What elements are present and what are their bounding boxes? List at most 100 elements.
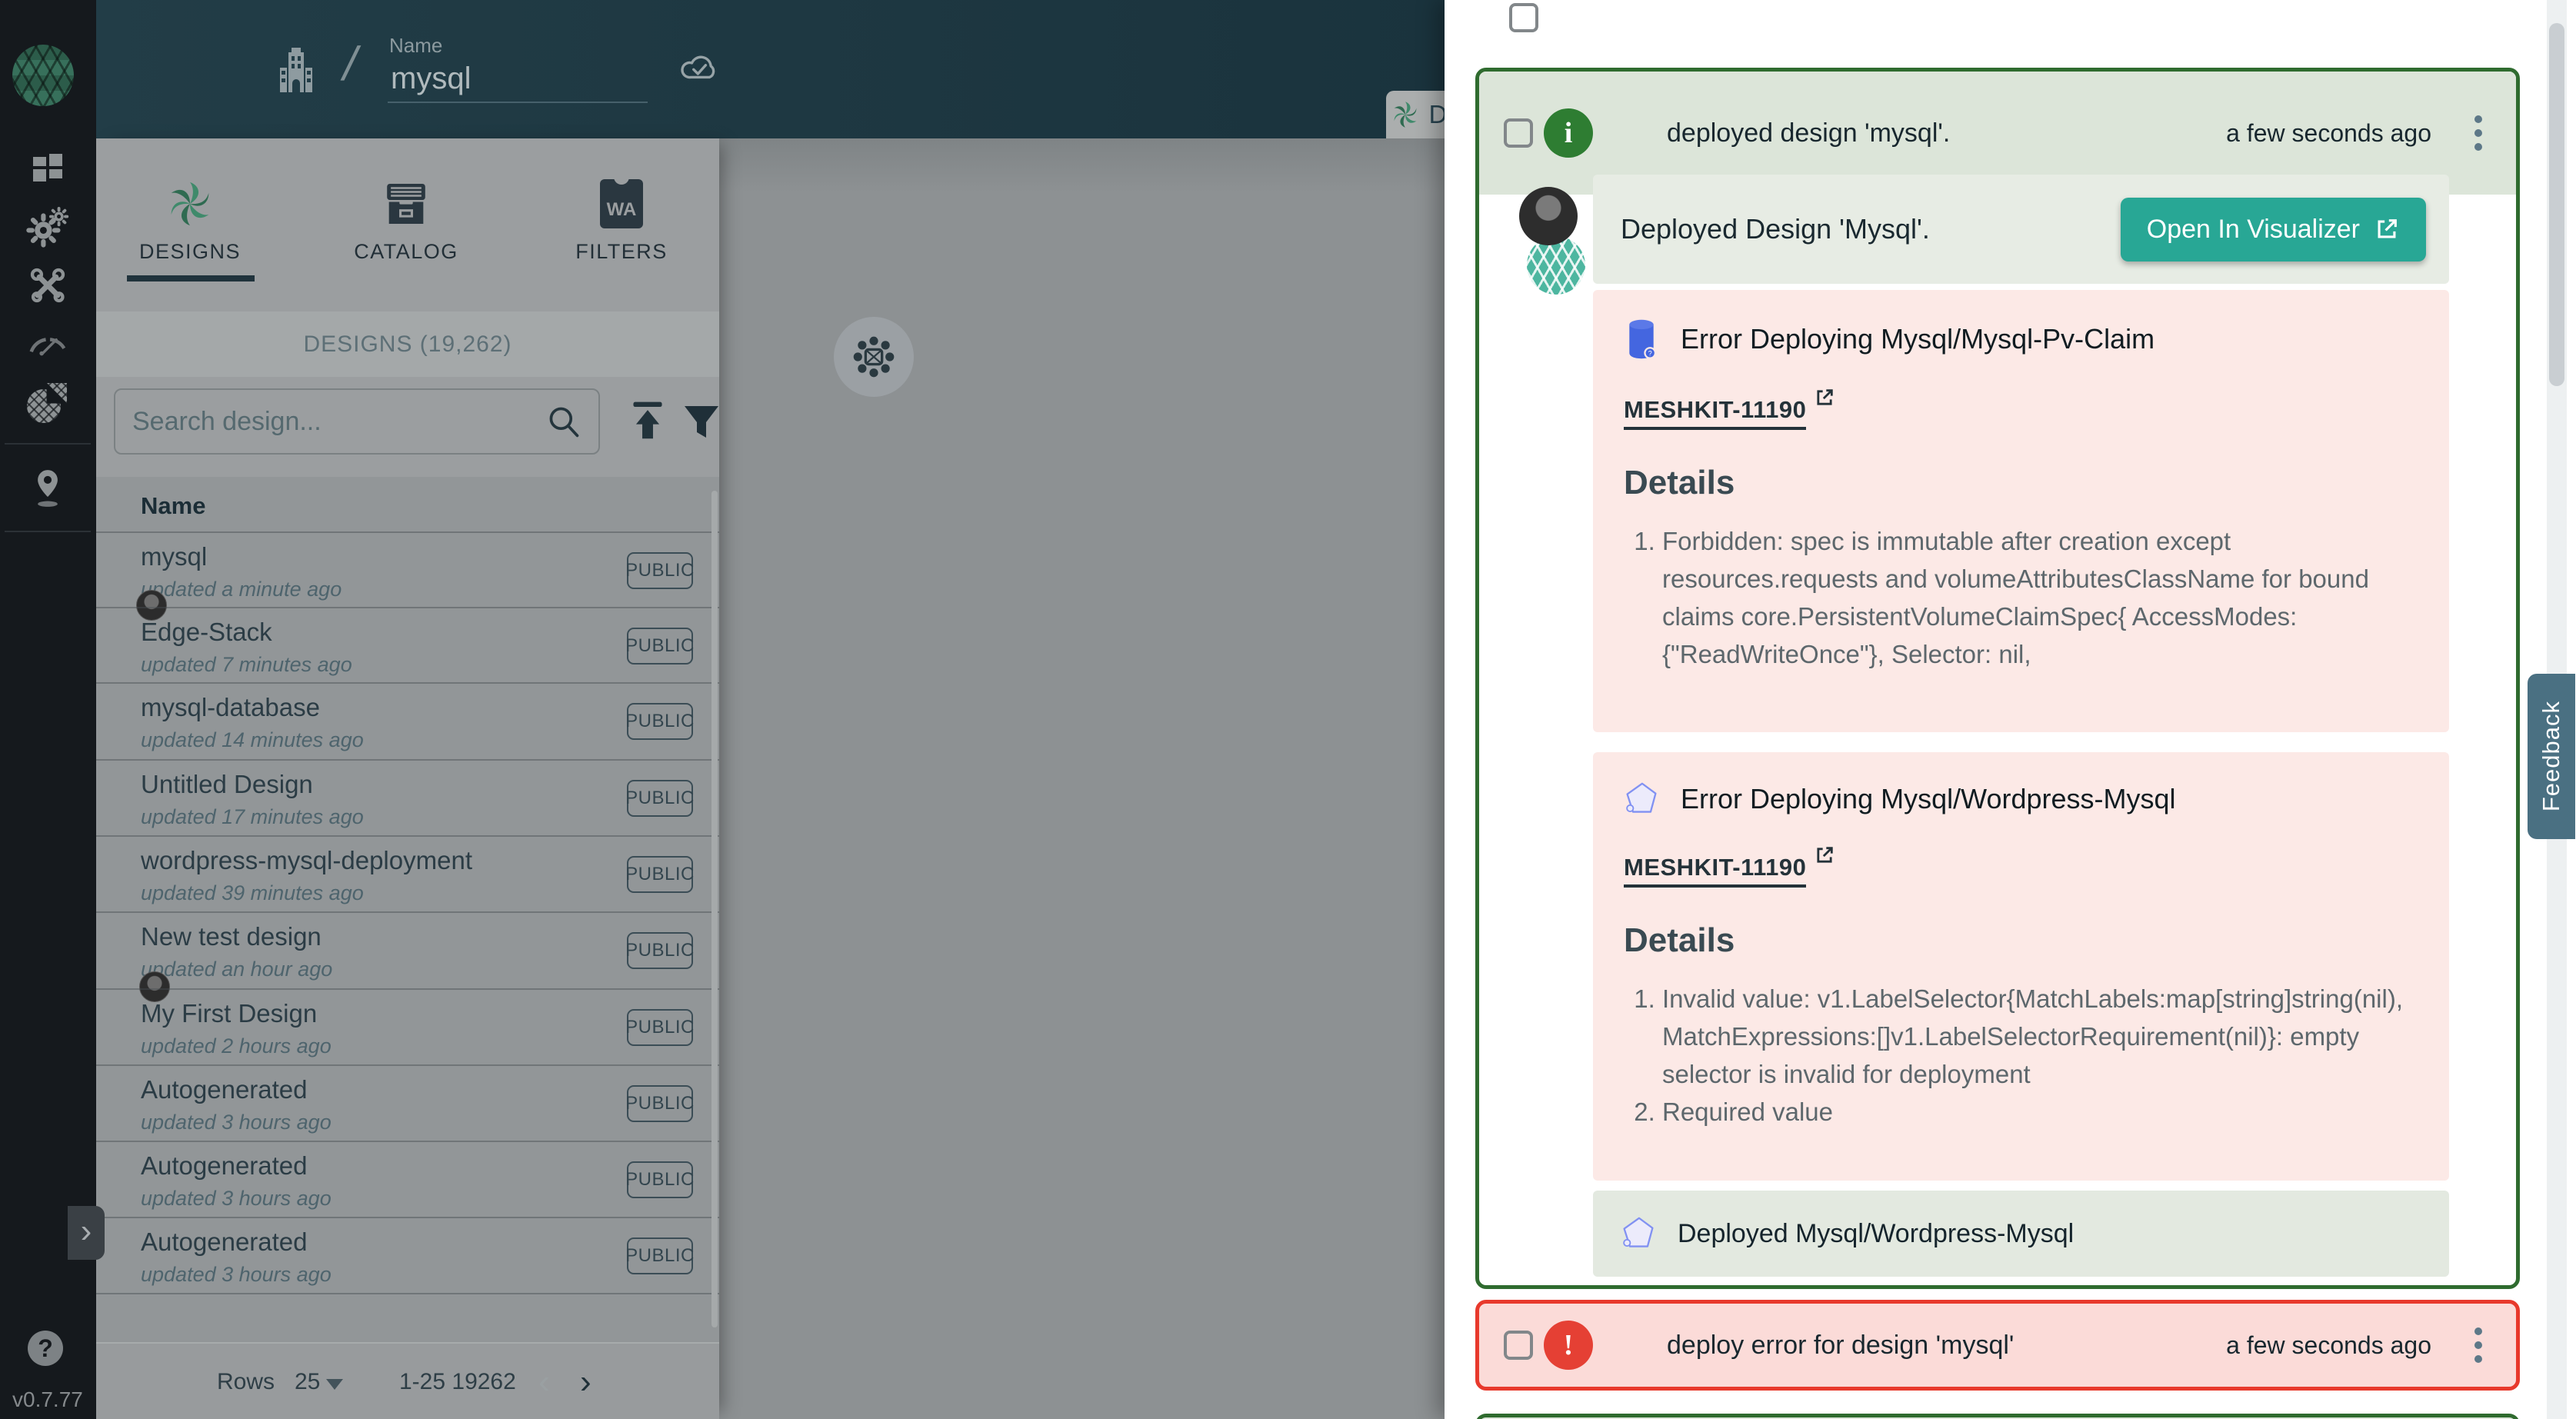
sidebar-divider: [5, 443, 91, 445]
error-title: Error Deploying Mysql/Mysql-Pv-Claim: [1681, 323, 2154, 355]
design-name: New test design: [141, 922, 322, 951]
filters-wasm-icon: WA: [600, 178, 643, 229]
details-heading: Details: [1624, 464, 2418, 502]
tab-catalog[interactable]: CATALOG: [318, 138, 495, 311]
error-detail-item: Required value: [1662, 1093, 2418, 1131]
meshkit-error-link[interactable]: MESHKIT-11190: [1624, 854, 1835, 888]
design-updated: updated 2 hours ago: [141, 1034, 332, 1058]
external-link-icon: [1814, 844, 1835, 866]
upload-design-icon[interactable]: [625, 397, 670, 445]
event-card-deploy-error[interactable]: ! deploy error for design 'mysql' a few …: [1475, 1300, 2520, 1391]
error-icon: !: [1544, 1321, 1593, 1370]
design-name: wordpress-mysql-deployment: [141, 846, 472, 875]
design-name: Untitled Design: [141, 770, 313, 799]
tab-designs[interactable]: DESIGNS: [102, 138, 278, 311]
dashboard-grid-icon: [28, 148, 67, 187]
design-row[interactable]: mysql updated a minute ago PUBLIC: [96, 531, 719, 607]
page-size-select[interactable]: 25: [295, 1344, 320, 1419]
tab-filters[interactable]: WA FILTERS: [533, 138, 710, 311]
next-page-button[interactable]: ›: [580, 1344, 592, 1419]
pagination-bar: Rows 25 1-25 19262 ‹ ›: [96, 1342, 719, 1419]
deployment-pentagon-icon: [1621, 1214, 1656, 1253]
app-version: v0.7.77: [12, 1387, 83, 1412]
page-size-caret-icon[interactable]: [326, 1379, 343, 1390]
cloud-save-icon: [678, 49, 721, 85]
design-updated: updated 39 minutes ago: [141, 881, 364, 905]
design-name-input[interactable]: mysql: [391, 62, 471, 96]
filter-funnel-icon[interactable]: [682, 400, 721, 443]
design-updated: updated 17 minutes ago: [141, 805, 364, 829]
open-in-visualizer-button[interactable]: Open In Visualizer: [2121, 198, 2426, 261]
event-time: a few seconds ago: [2226, 1331, 2431, 1360]
organization-icon[interactable]: [278, 48, 314, 92]
pagination-range: 1-25 19262: [399, 1344, 516, 1419]
event-menu-icon[interactable]: [2474, 1327, 2482, 1363]
search-toolbar: Search design...: [96, 377, 719, 477]
designs-drawer: DESIGNS CATALOG WA FILTERS: [96, 138, 719, 1419]
list-scrollbar[interactable]: [711, 491, 718, 1327]
designs-count-header: DESIGNS (19,262): [96, 311, 719, 377]
notification-center: i deployed design 'mysql'. a few seconds…: [1445, 0, 2576, 1419]
event-checkbox[interactable]: [1504, 118, 1533, 148]
visibility-badge: PUBLIC: [627, 628, 693, 665]
svg-text:?: ?: [1648, 349, 1652, 357]
meshery-avatar-pattern: [1527, 236, 1585, 295]
sidebar-item-connections[interactable]: [24, 465, 72, 512]
meshery-logo[interactable]: [12, 45, 74, 106]
event-card-deployed: i deployed design 'mysql'. a few seconds…: [1475, 68, 2520, 1289]
visibility-badge: PUBLIC: [627, 932, 693, 969]
event-card-next[interactable]: [1475, 1414, 2520, 1419]
design-row[interactable]: wordpress-mysql-deployment updated 39 mi…: [96, 835, 719, 911]
design-name: My First Design: [141, 999, 317, 1028]
sidebar-expand-handle[interactable]: ›: [68, 1206, 105, 1260]
design-row[interactable]: New test design updated an hour ago PUBL…: [96, 911, 719, 987]
error-section-pv-claim: ? Error Deploying Mysql/Mysql-Pv-Claim M…: [1593, 290, 2449, 732]
panel-scrollbar-thumb[interactable]: [2549, 23, 2564, 386]
design-name: Autogenerated: [141, 1075, 308, 1104]
design-name: Autogenerated: [141, 1151, 308, 1181]
select-all-checkbox[interactable]: [1509, 3, 1538, 32]
design-updated: updated a minute ago: [141, 578, 342, 601]
visibility-badge: PUBLIC: [627, 1009, 693, 1046]
settings-gears-icon: [26, 205, 69, 248]
error-title: Error Deploying Mysql/Wordpress-Mysql: [1681, 783, 2176, 815]
canvas-node-mysql[interactable]: [834, 317, 914, 397]
prev-page-button[interactable]: ‹: [538, 1344, 550, 1419]
error-details-list: Forbidden: spec is immutable after creat…: [1624, 522, 2418, 673]
toolbox-wrench-icon: [27, 265, 68, 306]
deployed-success-text: Deployed Mysql/Wordpress-Mysql: [1678, 1219, 2074, 1249]
design-row[interactable]: My First Design updated 2 hours ago PUBL…: [96, 988, 719, 1064]
design-name: mysql-database: [141, 693, 320, 722]
sidebar-item-lifecycle[interactable]: [24, 203, 72, 251]
sidebar-item-performance[interactable]: [24, 318, 72, 366]
deployment-pentagon-icon: [1624, 780, 1659, 818]
sidebar-divider: [5, 531, 91, 532]
event-title: deployed design 'mysql'.: [1667, 118, 2226, 148]
sidebar-item-extensions[interactable]: [24, 378, 72, 426]
tab-filters-label: FILTERS: [575, 240, 668, 264]
design-row[interactable]: mysql-database updated 14 minutes ago PU…: [96, 682, 719, 758]
user-avatar-photo: [1519, 187, 1578, 245]
design-row[interactable]: Autogenerated updated 3 hours ago PUBLIC: [96, 1064, 719, 1140]
event-checkbox[interactable]: [1504, 1331, 1533, 1360]
search-input[interactable]: Search design...: [114, 388, 600, 455]
top-header: / Name mysql Design: [96, 0, 1445, 138]
details-heading: Details: [1624, 921, 2418, 960]
event-time: a few seconds ago: [2226, 119, 2431, 148]
feedback-tab[interactable]: Feedback: [2528, 674, 2575, 839]
sidebar-item-configuration[interactable]: [24, 261, 72, 309]
visibility-badge: PUBLIC: [627, 1237, 693, 1274]
search-icon[interactable]: [546, 404, 582, 439]
help-button[interactable]: ?: [28, 1331, 63, 1366]
design-row[interactable]: Untitled Design updated 17 minutes ago P…: [96, 759, 719, 834]
info-icon: i: [1544, 108, 1593, 158]
error-detail-item: Invalid value: v1.LabelSelector{MatchLab…: [1662, 980, 2418, 1093]
design-row[interactable]: Edge-Stack updated 7 minutes ago PUBLIC: [96, 607, 719, 682]
design-row[interactable]: Autogenerated updated 3 hours ago PUBLIC: [96, 1141, 719, 1216]
event-menu-icon[interactable]: [2474, 115, 2482, 151]
design-row[interactable]: Autogenerated updated 3 hours ago PUBLIC: [96, 1217, 719, 1292]
sidebar-item-dashboard[interactable]: [24, 144, 72, 192]
external-link-icon: [2374, 216, 2400, 242]
meshkit-error-link[interactable]: MESHKIT-11190: [1624, 396, 1835, 430]
breadcrumb-slash: /: [338, 37, 362, 92]
